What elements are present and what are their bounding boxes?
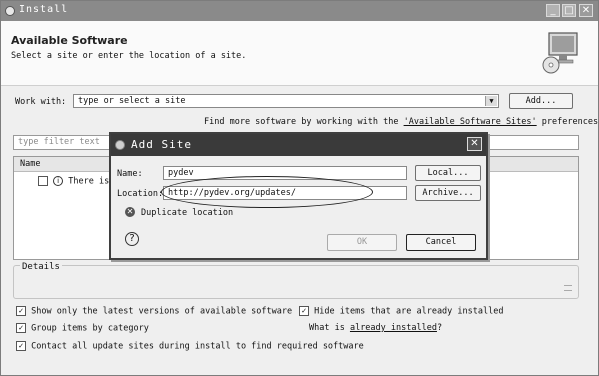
name-label: Name: bbox=[117, 169, 143, 179]
monitor-cd-icon bbox=[542, 32, 578, 74]
info-icon: i bbox=[53, 176, 64, 186]
installed-text: What is already installed? bbox=[309, 323, 443, 333]
name-field[interactable]: pydev bbox=[163, 166, 407, 180]
option-group-category[interactable]: ✓ Group items by category bbox=[16, 323, 149, 334]
column-name-header[interactable]: Name bbox=[20, 159, 40, 169]
location-field[interactable]: http://pydev.org/updates/ bbox=[163, 186, 407, 200]
add-site-dialog: Add Site ✕ Name: pydev Local... Location… bbox=[109, 132, 488, 260]
header-banner: Available Software Select a site or ente… bbox=[1, 21, 598, 86]
option-hide-installed[interactable]: ✓ Hide items that are already installed bbox=[299, 306, 503, 317]
find-more-text: Find more software by working with the '… bbox=[204, 117, 599, 127]
help-icon[interactable]: ? bbox=[125, 232, 139, 246]
work-with-combo[interactable]: type or select a site ▼ bbox=[73, 94, 499, 108]
contact-sites-checkbox[interactable]: ✓ bbox=[16, 341, 26, 351]
page-title: Available Software bbox=[11, 34, 128, 47]
archive-button[interactable]: Archive... bbox=[415, 185, 481, 201]
app-icon bbox=[5, 6, 15, 16]
window-title: Install bbox=[19, 4, 69, 15]
already-installed-link[interactable]: already installed bbox=[350, 323, 437, 333]
maximize-button[interactable]: □ bbox=[562, 4, 576, 17]
hide-installed-checkbox[interactable]: ✓ bbox=[299, 306, 309, 316]
install-window: Install _ □ ✕ Available Software Select … bbox=[0, 0, 599, 376]
location-label: Location: bbox=[117, 189, 164, 199]
dialog-app-icon bbox=[115, 140, 125, 150]
tree-row[interactable]: i There is n bbox=[38, 176, 119, 187]
cancel-button[interactable]: Cancel bbox=[406, 234, 476, 251]
title-bar: Install _ □ ✕ bbox=[1, 1, 598, 21]
work-with-value: type or select a site bbox=[78, 96, 186, 106]
dialog-title: Add Site bbox=[131, 138, 192, 151]
dialog-close-button[interactable]: ✕ bbox=[467, 137, 482, 151]
group-category-checkbox[interactable]: ✓ bbox=[16, 323, 26, 333]
option-latest[interactable]: ✓ Show only the latest versions of avail… bbox=[16, 306, 292, 317]
work-with-label: Work with: bbox=[15, 97, 67, 107]
available-sites-link[interactable]: 'Available Software Sites' bbox=[404, 117, 537, 127]
add-button[interactable]: Add... bbox=[509, 93, 573, 109]
details-label: Details bbox=[20, 262, 62, 272]
dialog-title-bar: Add Site ✕ bbox=[111, 134, 486, 156]
page-subtitle: Select a site or enter the location of a… bbox=[11, 51, 247, 61]
option-contact-sites[interactable]: ✓ Contact all update sites during instal… bbox=[16, 341, 364, 352]
minimize-button[interactable]: _ bbox=[546, 4, 560, 17]
row-checkbox[interactable] bbox=[38, 176, 48, 186]
close-button[interactable]: ✕ bbox=[579, 4, 593, 17]
local-button[interactable]: Local... bbox=[415, 165, 481, 181]
error-message: Duplicate location bbox=[141, 208, 234, 218]
chevron-down-icon[interactable]: ▼ bbox=[485, 96, 497, 106]
details-group: Details bbox=[13, 262, 579, 299]
latest-checkbox[interactable]: ✓ bbox=[16, 306, 26, 316]
details-scroll-handle[interactable] bbox=[564, 285, 572, 291]
error-icon: ✕ bbox=[125, 207, 135, 217]
ok-button[interactable]: OK bbox=[327, 234, 397, 251]
